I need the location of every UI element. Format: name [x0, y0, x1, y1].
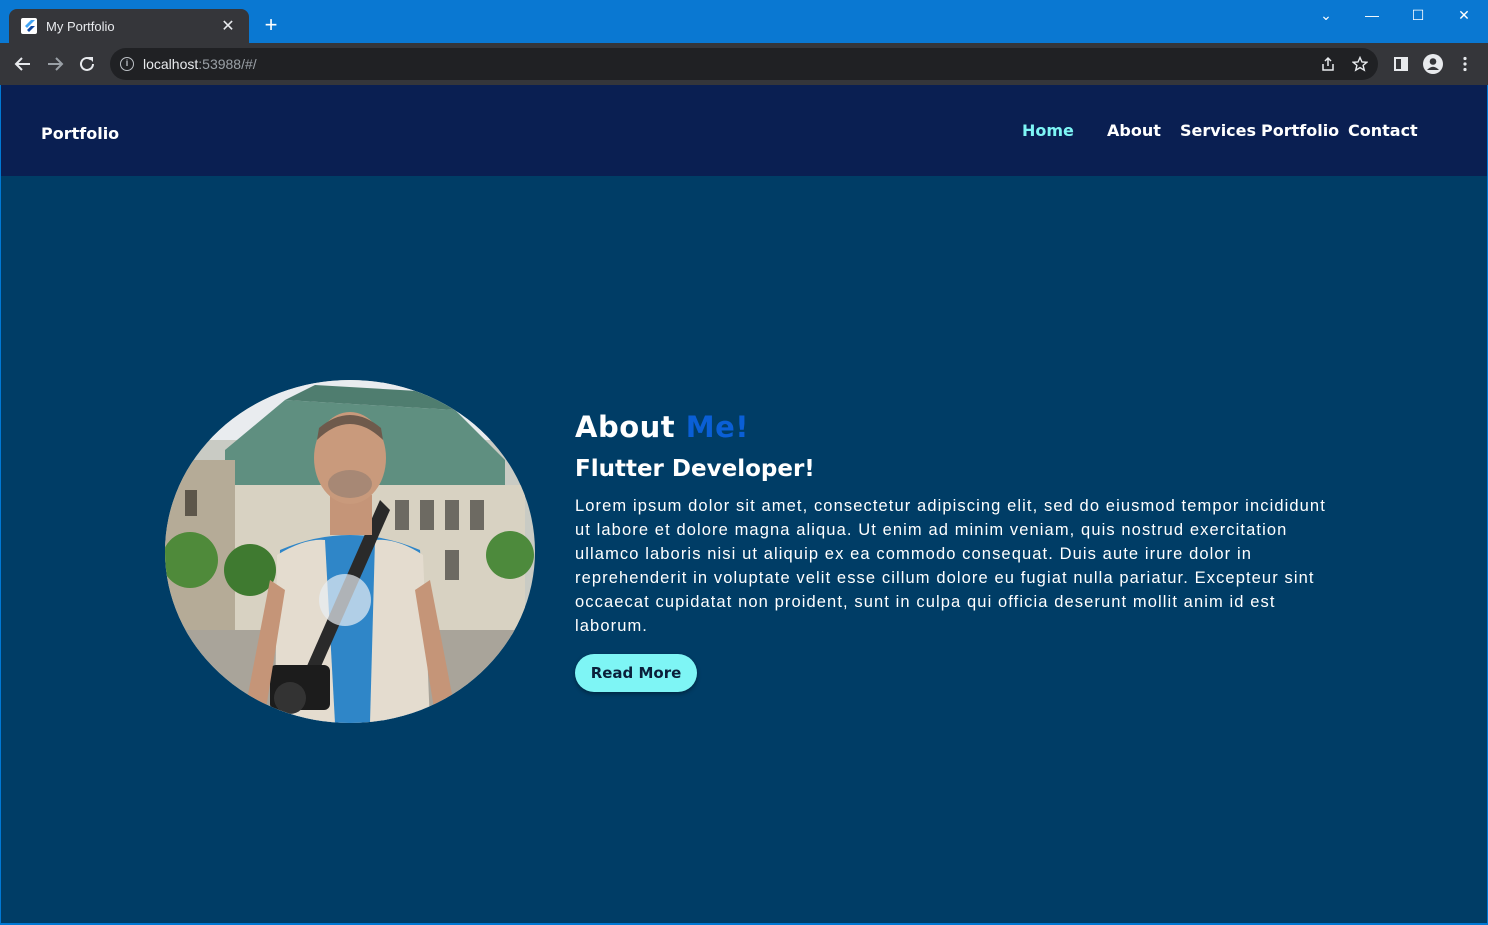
- profile-photo: [165, 380, 535, 723]
- back-arrow-icon: [14, 57, 30, 71]
- nav-home[interactable]: Home: [1022, 121, 1074, 140]
- nav-portfolio[interactable]: Portfolio: [1261, 121, 1339, 140]
- browser-tab[interactable]: My Portfolio ✕: [9, 9, 249, 43]
- maximize-button[interactable]: ☐: [1395, 0, 1441, 32]
- browser-titlebar: My Portfolio ✕ + ⌄ — ☐ ✕: [0, 0, 1488, 43]
- nav-about[interactable]: About: [1107, 121, 1161, 140]
- side-panel-icon: [1394, 57, 1408, 71]
- url-path: :53988/#/: [198, 56, 257, 72]
- site-info-icon[interactable]: i: [120, 57, 134, 71]
- about-heading-accent: Me!: [685, 410, 750, 444]
- forward-arrow-icon: [48, 57, 64, 71]
- browser-toolbar: i localhost:53988/#/: [0, 43, 1488, 85]
- close-window-button[interactable]: ✕: [1441, 0, 1487, 32]
- kebab-menu-icon: [1463, 56, 1467, 72]
- browser-menu-button[interactable]: [1450, 49, 1480, 79]
- share-icon[interactable]: [1320, 56, 1336, 77]
- forward-button[interactable]: [40, 49, 70, 79]
- page-content: Portfolio Home About Services Portfolio …: [1, 85, 1487, 923]
- site-header: Portfolio Home About Services Portfolio …: [1, 85, 1487, 176]
- nav-contact[interactable]: Contact: [1348, 121, 1418, 140]
- about-heading-main: About: [575, 410, 676, 444]
- flutter-favicon-icon: [21, 18, 37, 34]
- back-button[interactable]: [8, 49, 38, 79]
- new-tab-button[interactable]: +: [257, 12, 285, 40]
- tab-search-icon[interactable]: ⌄: [1303, 0, 1349, 32]
- reload-button[interactable]: [72, 49, 102, 79]
- about-heading: About Me!: [575, 410, 749, 444]
- url-host: localhost: [143, 56, 199, 72]
- profile-avatar-icon: [1423, 54, 1443, 74]
- tab-close-icon[interactable]: ✕: [219, 16, 237, 36]
- role-subtitle: Flutter Developer!: [575, 456, 815, 482]
- site-logo[interactable]: Portfolio: [41, 124, 119, 143]
- bookmark-star-icon[interactable]: [1351, 55, 1369, 77]
- profile-button[interactable]: [1418, 49, 1448, 79]
- reload-icon: [80, 56, 94, 71]
- minimize-button[interactable]: —: [1349, 0, 1395, 32]
- address-bar[interactable]: i localhost:53988/#/: [110, 48, 1378, 80]
- read-more-button[interactable]: Read More: [575, 654, 697, 692]
- bio-text: Lorem ipsum dolor sit amet, consectetur …: [575, 497, 1326, 635]
- side-panel-button[interactable]: [1386, 49, 1416, 79]
- nav-services[interactable]: Services: [1180, 121, 1256, 140]
- tab-title: My Portfolio: [46, 18, 115, 34]
